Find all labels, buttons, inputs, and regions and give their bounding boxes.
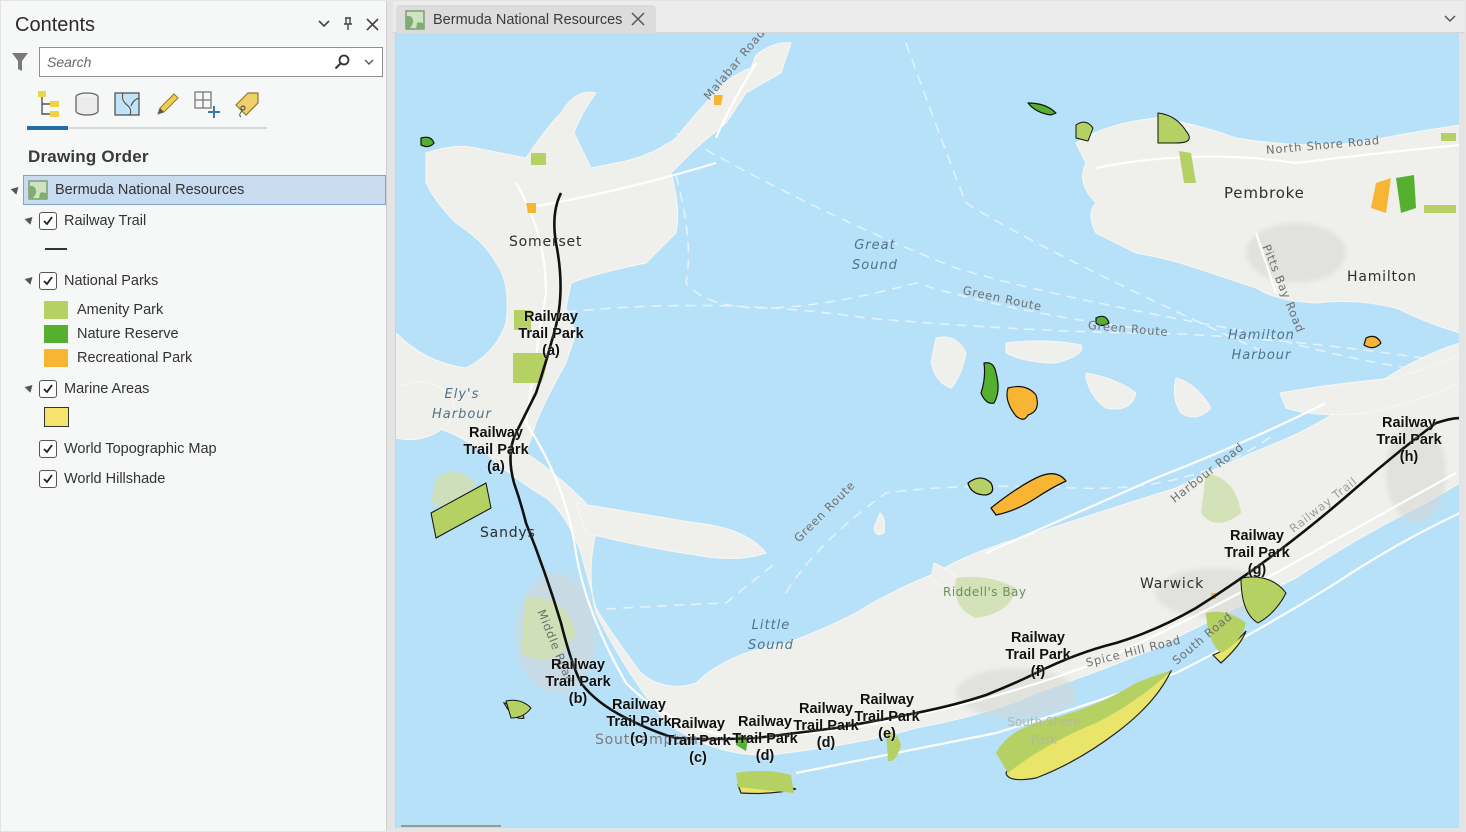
railway-trail-line-symbol (45, 248, 67, 250)
layer-marine-areas[interactable]: Marine Areas (39, 376, 149, 402)
island (930, 336, 967, 389)
recreational-park-swatch (44, 349, 68, 367)
island (1005, 340, 1083, 364)
toolbar-tab-indicator (27, 126, 267, 130)
map-horizontal-scrollbar[interactable] (401, 825, 501, 827)
park-recreational (1363, 335, 1382, 349)
ferry-route (515, 304, 1457, 364)
marine-areas-swatch (44, 407, 69, 427)
filter-icon[interactable] (11, 52, 29, 72)
park-amenity (886, 731, 901, 762)
data-source-icon[interactable] (67, 87, 107, 121)
legend-class-nature-reserve[interactable]: Nature Reserve (44, 321, 179, 347)
layer-national-parks[interactable]: National Parks (39, 268, 158, 294)
landmass-sandys-peninsula (575, 502, 767, 560)
marine-areas-expander-icon[interactable] (24, 382, 36, 393)
editing-pencil-icon[interactable] (147, 87, 187, 121)
search-options-chevron-down-icon[interactable] (362, 55, 376, 69)
park-nature (980, 362, 999, 404)
search-field[interactable] (39, 47, 383, 77)
railway-trail-expander-icon[interactable] (24, 214, 36, 225)
park-recreational (990, 473, 1067, 516)
map-expander-icon[interactable] (10, 184, 22, 195)
snapping-icon[interactable] (187, 87, 227, 121)
close-tab-icon[interactable] (630, 11, 646, 27)
contents-pane: Contents Search Drawing Order Bermuda Na… (1, 1, 387, 831)
drawing-order-heading: Drawing Order (28, 147, 149, 166)
map-view[interactable]: Great Sound Hamilton Harbour Ely's Harbour … (395, 33, 1459, 828)
tab-overflow-chevron-down-icon[interactable] (1443, 11, 1457, 25)
map-canvas[interactable] (396, 33, 1459, 828)
park-nature (1027, 102, 1057, 116)
pin-icon[interactable] (340, 15, 356, 33)
map-tab-label: Bermuda National Resources (433, 11, 623, 28)
close-icon[interactable] (364, 15, 380, 33)
map-name: Bermuda National Resources (55, 182, 245, 198)
amenity-park-swatch (44, 301, 68, 319)
national-parks-expander-icon[interactable] (24, 274, 36, 285)
park-amenity (1206, 611, 1246, 653)
world-topographic-map-checkbox[interactable] (39, 440, 57, 458)
map-icon (405, 9, 425, 30)
search-input[interactable] (40, 48, 330, 76)
layer-label: Railway Trail (64, 213, 147, 229)
pane-title: Contents (15, 14, 96, 36)
ferry-route (665, 142, 1137, 329)
arcgis-pro-window: Contents Search Drawing Order Bermuda Na… (0, 0, 1466, 832)
pane-controls (316, 15, 380, 33)
selection-icon[interactable] (107, 87, 147, 121)
park-nature (420, 136, 435, 148)
park-amenity (967, 477, 994, 496)
drawing-order-icon[interactable] (27, 87, 67, 121)
layer-label: World Hillshade (64, 471, 166, 487)
legend-class-amenity-park[interactable]: Amenity Park (44, 297, 163, 323)
national-parks-checkbox[interactable] (39, 272, 57, 290)
railway-trail-checkbox[interactable] (39, 212, 57, 230)
park-nature (1095, 315, 1110, 327)
park-amenity (1424, 205, 1456, 213)
ferry-route (605, 562, 777, 610)
layer-label: Marine Areas (64, 381, 150, 397)
island (1173, 377, 1212, 418)
contents-toolbar (27, 87, 267, 121)
nature-reserve-swatch (44, 325, 68, 343)
map-tab-bar: Bermuda National Resources (393, 1, 1465, 34)
labeling-tag-icon[interactable] (227, 87, 267, 121)
park-amenity (531, 153, 546, 165)
park-recreational (1006, 385, 1038, 420)
world-hillshade-checkbox[interactable] (39, 470, 57, 488)
legend-class-recreational-park[interactable]: Recreational Park (44, 345, 192, 371)
layer-label: World Topographic Map (64, 441, 217, 457)
park-amenity (505, 699, 532, 719)
map-tab-bermuda-national-resources[interactable]: Bermuda National Resources (396, 5, 656, 34)
layer-label: National Parks (64, 273, 159, 289)
map-icon (28, 180, 48, 200)
marine-areas-checkbox[interactable] (39, 380, 57, 398)
layer-railway-trail[interactable]: Railway Trail (39, 208, 146, 234)
layer-world-hillshade[interactable]: World Hillshade (39, 466, 165, 492)
class-label: Nature Reserve (77, 326, 179, 342)
class-label: Amenity Park (77, 302, 164, 318)
park-amenity (514, 310, 531, 330)
layer-world-topographic-map[interactable]: World Topographic Map (39, 436, 217, 462)
island (1085, 372, 1137, 410)
island (873, 512, 885, 536)
map-item-bermuda-national-resources[interactable]: Bermuda National Resources (23, 175, 386, 205)
park-amenity (1441, 133, 1456, 141)
class-label: Recreational Park (77, 350, 193, 366)
pane-options-chevron-down-icon[interactable] (316, 15, 332, 33)
search-icon[interactable] (334, 54, 350, 70)
